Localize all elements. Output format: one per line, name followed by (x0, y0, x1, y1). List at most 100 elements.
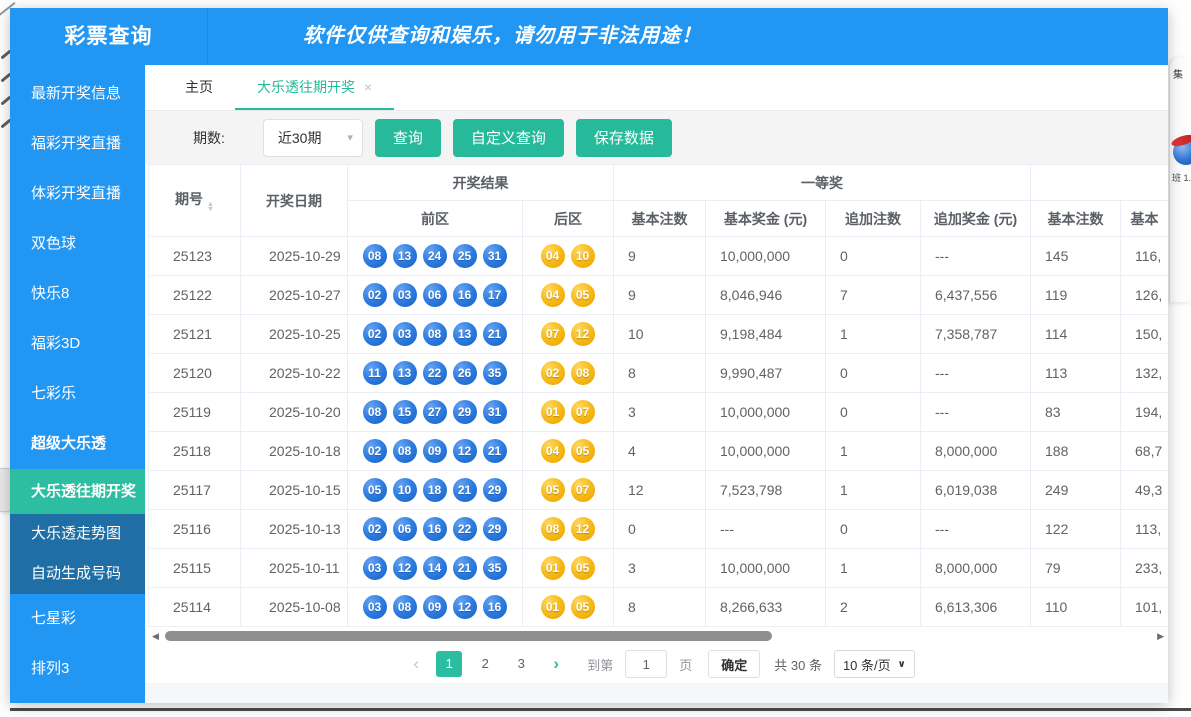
front-ball: 08 (423, 322, 447, 346)
sidebar-item-12[interactable]: 排列3 (10, 644, 145, 694)
sidebar-item-11[interactable]: 七星彩 (10, 594, 145, 644)
value-cell: 150, (1121, 315, 1169, 354)
value-cell: --- (921, 393, 1031, 432)
tab-1[interactable]: 大乐透往期开奖× (235, 65, 394, 110)
period-count-label: 期数: (193, 128, 225, 148)
value-cell: 49,3 (1121, 471, 1169, 510)
table-row: 251212025-10-2502030813210712109,198,484… (149, 315, 1169, 354)
scroll-right-icon[interactable]: ▶ (1157, 630, 1164, 642)
front-ball: 13 (393, 361, 417, 385)
front-ball: 06 (423, 283, 447, 307)
next-page-icon[interactable]: › (543, 651, 569, 677)
value-cell: 1 (826, 471, 921, 510)
value-cell: 119 (1031, 276, 1121, 315)
period-cell: 25115 (149, 549, 241, 588)
back-ball: 04 (541, 439, 565, 463)
table-row: 251192025-10-2008152729310107310,000,000… (149, 393, 1169, 432)
page-button-2[interactable]: 2 (472, 651, 498, 677)
goto-page-input[interactable] (625, 650, 667, 678)
value-cell: --- (921, 510, 1031, 549)
front-ball: 21 (453, 478, 477, 502)
column-header-4: 追加注数 (826, 201, 921, 237)
value-cell: 9,198,484 (706, 315, 826, 354)
value-cell: 9,990,487 (706, 354, 826, 393)
sidebar-item-8[interactable]: 大乐透往期开奖 (10, 469, 145, 514)
value-cell: 10,000,000 (706, 549, 826, 588)
prev-page-icon[interactable]: ‹ (403, 651, 429, 677)
value-cell: 10,000,000 (706, 393, 826, 432)
sidebar-item-4[interactable]: 快乐8 (10, 269, 145, 319)
value-cell: 1 (826, 432, 921, 471)
column-header-period-label: 期号 (175, 191, 203, 207)
sidebar-item-10[interactable]: 自动生成号码 (10, 554, 145, 594)
front-ball: 35 (483, 361, 507, 385)
scroll-left-icon[interactable]: ◀ (152, 630, 159, 642)
value-cell: 233, (1121, 549, 1169, 588)
table-row: 251162025-10-13020616222908120---0---122… (149, 510, 1169, 549)
tab-0[interactable]: 主页 (163, 65, 235, 110)
sidebar-item-5[interactable]: 福彩3D (10, 319, 145, 369)
sidebar-item-1[interactable]: 福彩开奖直播 (10, 119, 145, 169)
period-cell: 25119 (149, 393, 241, 432)
page-button-1[interactable]: 1 (436, 651, 462, 677)
save-data-button[interactable]: 保存数据 (576, 119, 672, 157)
search-button[interactable]: 查询 (375, 119, 441, 157)
back-ball: 04 (541, 244, 565, 268)
front-ball: 08 (363, 244, 387, 268)
sidebar-item-2[interactable]: 体彩开奖直播 (10, 169, 145, 219)
front-ball: 02 (363, 322, 387, 346)
value-cell: 0 (826, 510, 921, 549)
value-cell: 3 (614, 549, 706, 588)
confirm-button[interactable]: 确定 (708, 650, 760, 678)
sidebar-item-7[interactable]: 超级大乐透 (10, 419, 145, 469)
query-bar: 期数: 近30期 ▾ 查询自定义查询保存数据 (145, 111, 1168, 164)
front-ball: 12 (393, 556, 417, 580)
value-cell: --- (921, 354, 1031, 393)
custom-search-button[interactable]: 自定义查询 (453, 119, 564, 157)
back-balls-cell: 0105 (523, 588, 614, 627)
value-cell: 116, (1121, 237, 1169, 276)
period-select[interactable]: 近30期 ▾ (263, 119, 363, 157)
sidebar-item-9[interactable]: 大乐透走势图 (10, 514, 145, 554)
app-title: 彩票查询 (10, 8, 208, 65)
period-cell: 25114 (149, 588, 241, 627)
background-window[interactable]: 集 班 1.0 (1169, 57, 1191, 302)
front-ball: 08 (393, 595, 417, 619)
sidebar-item-0[interactable]: 最新开奖信息 (10, 69, 145, 119)
front-ball: 16 (483, 595, 507, 619)
front-balls-cell: 0813242531 (348, 237, 523, 276)
front-ball: 21 (483, 439, 507, 463)
front-ball: 31 (483, 400, 507, 424)
front-ball: 12 (453, 595, 477, 619)
value-cell: 83 (1031, 393, 1121, 432)
value-cell: 10,000,000 (706, 237, 826, 276)
back-ball: 07 (571, 400, 595, 424)
front-ball: 09 (423, 595, 447, 619)
back-ball: 07 (571, 478, 595, 502)
value-cell: 0 (826, 393, 921, 432)
value-cell: 0 (826, 354, 921, 393)
sidebar-item-3[interactable]: 双色球 (10, 219, 145, 269)
chevron-down-icon: ∨ (898, 659, 906, 670)
group-header-second-prize (1031, 165, 1169, 201)
back-ball: 12 (571, 517, 595, 541)
scrollbar-thumb[interactable] (165, 631, 772, 641)
back-ball: 05 (541, 478, 565, 502)
table-row: 251172025-10-1505101821290507127,523,798… (149, 471, 1169, 510)
sidebar-item-6[interactable]: 七彩乐 (10, 369, 145, 419)
back-ball: 01 (541, 595, 565, 619)
value-cell: 8,266,633 (706, 588, 826, 627)
front-ball: 13 (393, 244, 417, 268)
front-ball: 03 (363, 595, 387, 619)
front-balls-cell: 0308091216 (348, 588, 523, 627)
value-cell: 6,437,556 (921, 276, 1031, 315)
front-ball: 09 (423, 439, 447, 463)
page-size-value: 10 条/页 (843, 655, 891, 674)
front-balls-cell: 0203081321 (348, 315, 523, 354)
page-size-select[interactable]: 10 条/页 ∨ (834, 650, 915, 678)
page-button-3[interactable]: 3 (508, 651, 534, 677)
close-icon[interactable]: × (364, 79, 372, 95)
column-header-period[interactable]: 期号▲▼ (149, 165, 241, 237)
front-ball: 26 (453, 361, 477, 385)
back-balls-cell: 0410 (523, 237, 614, 276)
